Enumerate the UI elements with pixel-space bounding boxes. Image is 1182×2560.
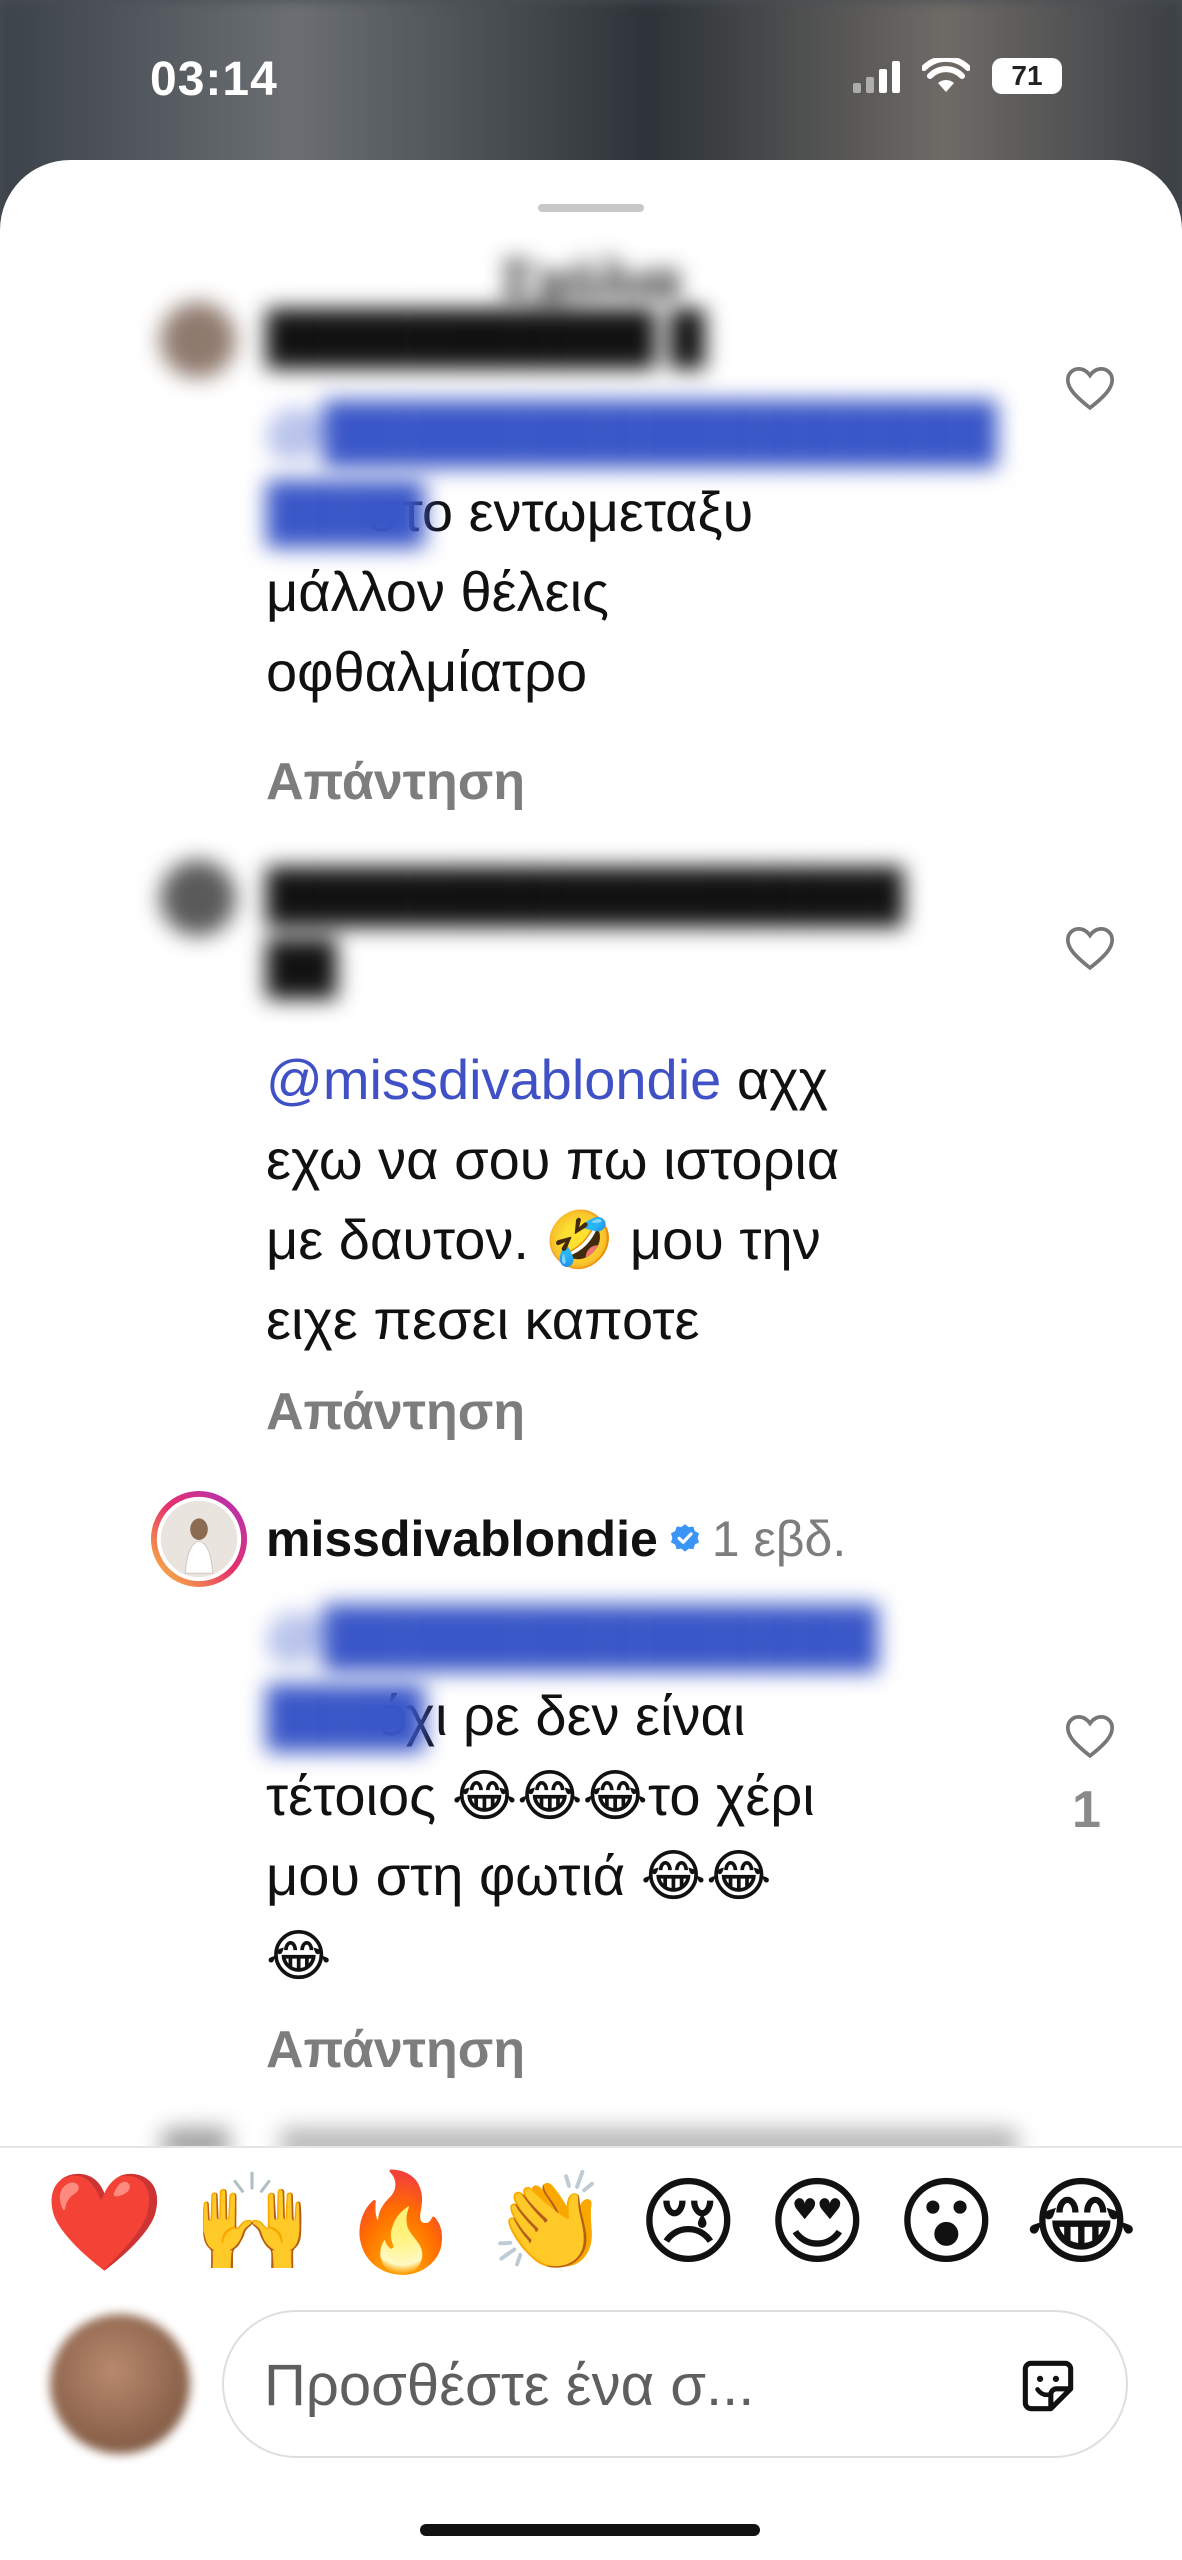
reply-button[interactable]: Απάντηση bbox=[266, 2020, 525, 2080]
comment-input-container[interactable] bbox=[222, 2310, 1128, 2458]
comment-username-row: missdivablondie 1 εβδ. bbox=[266, 1510, 846, 1568]
like-heart-icon[interactable] bbox=[1062, 1708, 1118, 1764]
current-user-avatar bbox=[50, 2314, 190, 2454]
status-time: 03:14 bbox=[150, 53, 278, 106]
status-bar: 03:14 71 bbox=[0, 0, 1182, 160]
home-indicator bbox=[420, 2524, 760, 2536]
quick-emoji-bar: ❤️ 🙌 🔥 👏 😢 😍 😮 😂 bbox=[0, 2146, 1182, 2296]
like-count: 1 bbox=[1072, 1781, 1101, 1839]
comment-item: missdivablondie 1 εβδ. 1 @██████████████… bbox=[0, 160, 1182, 2140]
comment-line: μου στη φωτιά 😂😂 bbox=[266, 1844, 772, 1907]
emoji-clap-button[interactable]: 👏 bbox=[490, 2174, 610, 2270]
comment-mention-continued: ████ bbox=[266, 1684, 425, 1747]
emoji-heart-button[interactable]: ❤️ bbox=[44, 2174, 164, 2270]
avatar-with-story-ring[interactable] bbox=[150, 1490, 248, 1588]
wifi-icon bbox=[922, 58, 970, 92]
comment-text: @██████████████ ████ όχι ρε δεν είναι τέ… bbox=[266, 1596, 1026, 1996]
verified-badge-icon bbox=[670, 1523, 699, 1552]
comment-line: τέτοιος 😂😂😂το χέρι bbox=[266, 1764, 815, 1827]
sticker-icon[interactable] bbox=[1014, 2352, 1082, 2420]
emoji-raised-hands-button[interactable]: 🙌 bbox=[193, 2174, 313, 2270]
comment-username[interactable]: missdivablondie bbox=[266, 1511, 658, 1567]
cellular-signal-icon bbox=[853, 59, 900, 93]
comment-mention[interactable]: @██████████████ bbox=[266, 1596, 1026, 1676]
status-icons: 71 bbox=[853, 58, 1062, 94]
comment-input[interactable] bbox=[264, 2342, 1004, 2428]
emoji-fire-button[interactable]: 🔥 bbox=[341, 2174, 461, 2270]
battery-icon: 71 bbox=[992, 58, 1062, 94]
emoji-surprised-button[interactable]: 😮 bbox=[896, 2174, 996, 2270]
comment-line: 😂 bbox=[266, 1924, 332, 1987]
comment-time: 1 εβδ. bbox=[711, 1511, 847, 1567]
emoji-laughing-button[interactable]: 😂 bbox=[1025, 2174, 1137, 2270]
emoji-crying-button[interactable]: 😢 bbox=[638, 2174, 738, 2270]
emoji-heart-eyes-button[interactable]: 😍 bbox=[767, 2174, 867, 2270]
comment-composer bbox=[0, 2296, 1182, 2476]
